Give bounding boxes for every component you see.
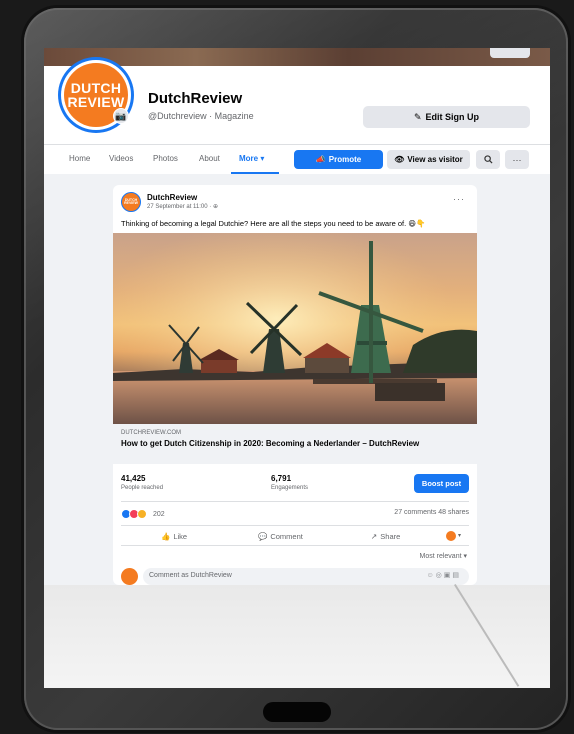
caret-down-icon: ▾ xyxy=(260,154,265,163)
edit-sign-up-button[interactable]: ✎ Edit Sign Up xyxy=(363,106,530,128)
post-card: DUTCH REVIEW DutchReview 27 September at… xyxy=(113,185,477,585)
screen: DUTCH REVIEW 📷 DutchReview @Dutchreview … xyxy=(44,48,550,688)
like-button[interactable]: 👍 Like xyxy=(161,532,187,541)
comments-shares-count[interactable]: 27 comments 48 shares xyxy=(394,509,469,516)
engagements-value: 6,791 xyxy=(271,474,292,483)
windmill-photo xyxy=(113,233,477,424)
engagements-label: Engagements xyxy=(271,485,309,491)
comment-button[interactable]: 💬 Comment xyxy=(258,532,303,541)
reaction-count: 202 xyxy=(153,510,165,518)
share-arrow-icon: ↗ xyxy=(371,532,378,541)
tab-about[interactable]: About xyxy=(199,154,220,163)
search-button[interactable] xyxy=(476,150,500,169)
share-label: Share xyxy=(380,532,401,541)
promote-button[interactable]: 📣 Promote xyxy=(294,150,383,169)
post-options-button[interactable]: ··· xyxy=(453,194,465,204)
home-button[interactable] xyxy=(263,702,331,722)
comment-input[interactable]: Comment as DutchReview ☺◎▣▤ xyxy=(143,568,469,585)
view-as-visitor-label: View as visitor xyxy=(407,155,463,164)
promote-label: Promote xyxy=(328,155,362,164)
speech-bubble-icon: 💬 xyxy=(258,532,268,541)
post-text: Thinking of becoming a legal Dutchie? He… xyxy=(121,219,426,228)
boost-post-button[interactable]: Boost post xyxy=(414,474,469,493)
tab-photos[interactable]: Photos xyxy=(153,154,178,163)
comment-label: Comment xyxy=(270,532,303,541)
thumbs-up-icon: 👍 xyxy=(161,532,171,541)
edit-sign-up-label: Edit Sign Up xyxy=(425,112,480,122)
tab-more-label: More xyxy=(239,154,259,163)
post-image-windmills[interactable] xyxy=(113,233,477,424)
avatar-text-top: DUTCH xyxy=(70,80,122,96)
comment-sort-dropdown[interactable]: Most relevant ▾ xyxy=(420,552,467,560)
more-options-button[interactable]: ··· xyxy=(505,150,529,169)
link-title: How to get Dutch Citizenship in 2020: Be… xyxy=(121,439,420,448)
post-avatar-text-bottom: REVIEW xyxy=(124,201,138,205)
page-subtitle: @Dutchreview · Magazine xyxy=(148,111,254,121)
commenter-avatar xyxy=(121,568,138,585)
eye-icon: 👁 xyxy=(394,155,405,164)
comment-emoji-icons[interactable]: ☺◎▣▤ xyxy=(427,571,461,579)
screen-reflection xyxy=(44,585,550,688)
divider xyxy=(121,501,469,502)
profile-header: DUTCH REVIEW 📷 DutchReview @Dutchreview … xyxy=(44,60,550,144)
page-title: DutchReview xyxy=(148,90,243,107)
link-preview[interactable]: DUTCHREVIEW.COM How to get Dutch Citizen… xyxy=(113,424,477,464)
like-label: Like xyxy=(173,532,188,541)
post-timestamp-text: 27 September at 11:00 · xyxy=(147,204,213,210)
divider xyxy=(121,545,469,546)
tab-videos[interactable]: Videos xyxy=(109,154,133,163)
pencil-icon: ✎ xyxy=(413,111,422,122)
reactions-summary[interactable]: 202 xyxy=(121,508,165,520)
tab-more[interactable]: More ▾ xyxy=(239,154,264,163)
page-tabs: Home Videos Photos About More ▾ 📣 Promot… xyxy=(44,144,550,174)
avatar-text-bottom: REVIEW xyxy=(67,94,125,110)
caret-down-icon[interactable]: ▾ xyxy=(458,532,461,539)
cover-photo xyxy=(44,48,550,66)
tab-home[interactable]: Home xyxy=(69,154,90,163)
page-avatar[interactable]: DUTCH REVIEW 📷 xyxy=(61,60,131,130)
post-options-dots: ··· xyxy=(453,194,465,204)
search-icon xyxy=(483,155,493,164)
camera-icon[interactable]: 📷 xyxy=(113,108,129,124)
post-timestamp[interactable]: 27 September at 11:00 · ⊕ xyxy=(147,203,218,210)
megaphone-icon: 📣 xyxy=(315,155,326,164)
edit-cover-button[interactable] xyxy=(490,48,530,58)
more-dots-icon: ··· xyxy=(512,154,522,165)
view-as-visitor-button[interactable]: 👁 View as visitor xyxy=(387,150,470,169)
share-as-avatar[interactable] xyxy=(446,531,456,541)
divider xyxy=(121,525,469,526)
globe-icon: ⊕ xyxy=(212,204,218,210)
share-button[interactable]: ↗ Share xyxy=(371,532,400,541)
people-reached-label: People reached xyxy=(121,485,164,491)
link-domain: DUTCHREVIEW.COM xyxy=(121,430,181,436)
comment-placeholder: Comment as DutchReview xyxy=(149,572,232,579)
post-author-name[interactable]: DutchReview xyxy=(147,193,197,202)
active-tab-indicator xyxy=(231,172,279,174)
people-reached-value: 41,425 xyxy=(121,474,146,483)
haha-reaction-icon xyxy=(137,509,147,519)
post-author-avatar[interactable]: DUTCH REVIEW xyxy=(121,192,141,212)
